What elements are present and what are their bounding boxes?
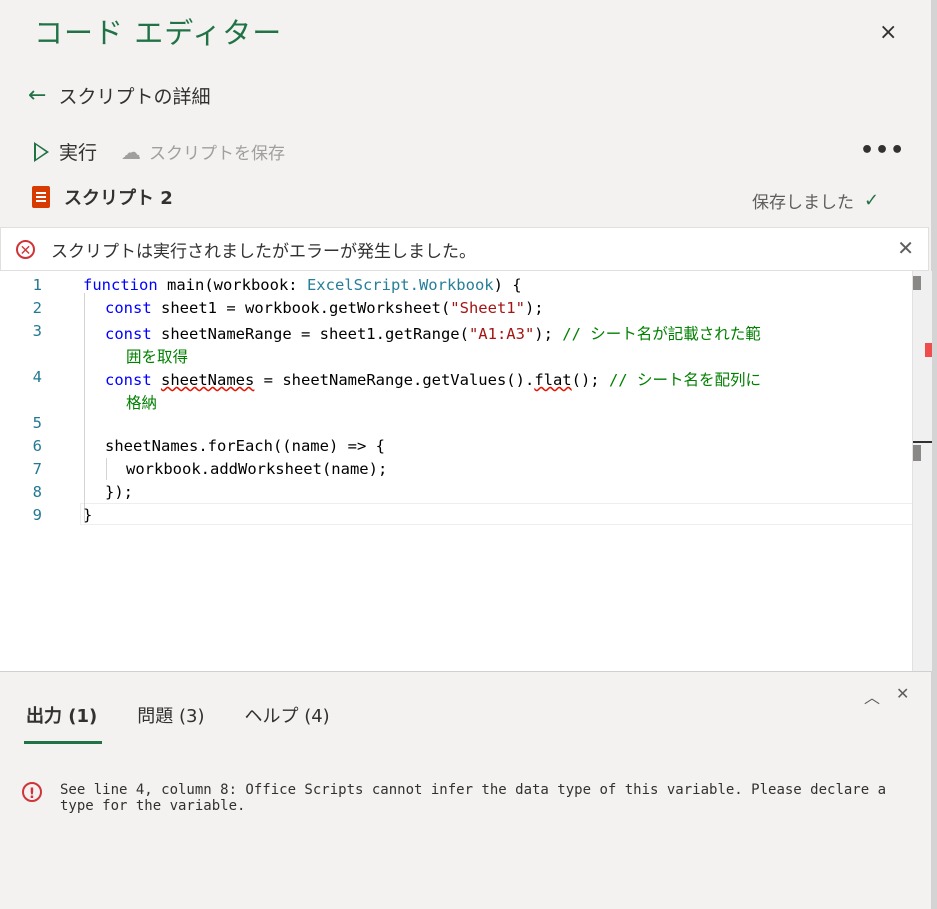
indent-guide — [106, 458, 107, 480]
error-banner: ✕ スクリプトは実行されましたがエラーが発生しました。 ✕ — [0, 227, 929, 271]
active-tab-indicator — [24, 741, 102, 744]
code-line-7: workbook.addWorksheet(name); — [126, 460, 388, 478]
line-number: 9 — [32, 506, 42, 524]
code-token: = sheetNameRange.getValues(). — [254, 371, 535, 389]
code-token: ) { — [493, 276, 522, 294]
code-line-4: const sheetNames = sheetNameRange.getVal… — [105, 368, 761, 390]
error-marker — [925, 343, 932, 357]
tab-help[interactable]: ヘルプ (4) — [244, 702, 329, 728]
code-line-9: } — [83, 506, 93, 524]
line-number: 6 — [32, 437, 42, 455]
line-number: 7 — [32, 460, 42, 478]
tab-output[interactable]: 出力 (1) — [26, 702, 97, 728]
code-token: main(workbook: — [157, 276, 307, 294]
checkmark-icon: ✓ — [864, 190, 880, 211]
code-comment: // シート名を配列に — [608, 371, 761, 389]
cursor-marker — [913, 441, 932, 443]
line-number: 1 — [32, 276, 42, 294]
error-message: スクリプトは実行されましたがエラーが発生しました。 — [51, 241, 476, 262]
back-to-script-details[interactable]: ← スクリプトの詳細 — [28, 82, 210, 109]
line-number: 3 — [32, 322, 42, 340]
back-label: スクリプトの詳細 — [58, 86, 211, 108]
code-token: ); — [534, 325, 563, 343]
error-squiggle: sheetNames — [161, 371, 255, 389]
code-token: const — [105, 325, 152, 343]
code-token: const — [105, 371, 152, 389]
code-token: sheetNameRange = sheet1.getRange( — [151, 325, 469, 343]
collapse-panel-icon[interactable]: ︿ — [864, 684, 880, 708]
pane-title: コード エディター — [34, 16, 283, 50]
close-icon[interactable]: × — [879, 20, 897, 45]
line-number: 4 — [32, 368, 42, 386]
code-token: "A1:A3" — [468, 325, 535, 343]
code-token: ); — [524, 299, 544, 317]
code-line-8: }); — [105, 483, 133, 501]
scrollbar-thumb[interactable] — [913, 276, 921, 290]
code-line-6: sheetNames.forEach((name) => { — [105, 437, 385, 455]
output-tabs: 出力 (1) 問題 (3) ヘルプ (4) — [26, 702, 330, 728]
script-file-icon — [32, 186, 50, 208]
cloud-sync-icon: ☁ — [121, 139, 142, 164]
code-editor[interactable]: 1 2 3 4 5 6 7 8 9 function main(workbook… — [0, 271, 930, 671]
code-token: (); — [571, 371, 609, 389]
code-token: function — [83, 276, 158, 294]
back-arrow-icon: ← — [28, 83, 47, 108]
code-token: "Sheet1" — [450, 299, 525, 317]
output-message-text: See line 4, column 8: Office Scripts can… — [60, 782, 895, 814]
close-panel-icon[interactable]: ✕ — [896, 684, 909, 708]
dismiss-error-icon[interactable]: ✕ — [897, 236, 914, 260]
line-number: 2 — [32, 299, 42, 317]
scrollbar-thumb[interactable] — [913, 445, 921, 461]
code-line-3: const sheetNameRange = sheet1.getRange("… — [105, 322, 761, 344]
code-token: sheet1 = workbook.getWorksheet( — [151, 299, 451, 317]
code-token: ExcelScript.Workbook — [306, 276, 494, 294]
panel-controls: ︿ ✕ — [864, 684, 909, 708]
code-line-4-wrap: 格納 — [126, 394, 158, 412]
code-line-3-wrap: 囲を取得 — [126, 348, 189, 366]
panel-divider[interactable] — [0, 671, 931, 672]
code-comment: // シート名が記載された範 — [562, 325, 761, 343]
script-header: スクリプト 2 — [32, 184, 173, 210]
more-options-icon[interactable]: ••• — [860, 138, 905, 163]
code-line-2: const sheet1 = workbook.getWorksheet("Sh… — [105, 299, 544, 317]
save-script-label: スクリプトを保存 — [149, 144, 286, 164]
run-label: 実行 — [59, 142, 98, 164]
editor-scrollbar[interactable] — [912, 271, 932, 671]
output-message: ! See line 4, column 8: Office Scripts c… — [22, 782, 910, 814]
current-line-highlight — [80, 503, 930, 525]
save-status: 保存しました ✓ — [752, 188, 879, 213]
error-squiggle: flat — [534, 371, 572, 389]
line-number: 8 — [32, 483, 42, 501]
code-line-1: function main(workbook: ExcelScript.Work… — [83, 276, 522, 294]
toolbar: 実行 ☁ スクリプトを保存 — [34, 138, 285, 165]
tab-problems[interactable]: 問題 (3) — [137, 702, 204, 728]
save-script-button[interactable]: ☁ スクリプトを保存 — [121, 139, 286, 165]
code-token: const — [105, 299, 152, 317]
save-status-text: 保存しました — [752, 193, 854, 213]
warning-circle-icon: ! — [22, 782, 42, 802]
script-name: スクリプト 2 — [64, 188, 173, 209]
indent-guide — [84, 293, 85, 521]
line-number: 5 — [32, 414, 42, 432]
run-button[interactable]: 実行 — [34, 138, 97, 165]
error-circle-icon: ✕ — [16, 239, 35, 259]
play-icon — [34, 141, 49, 162]
